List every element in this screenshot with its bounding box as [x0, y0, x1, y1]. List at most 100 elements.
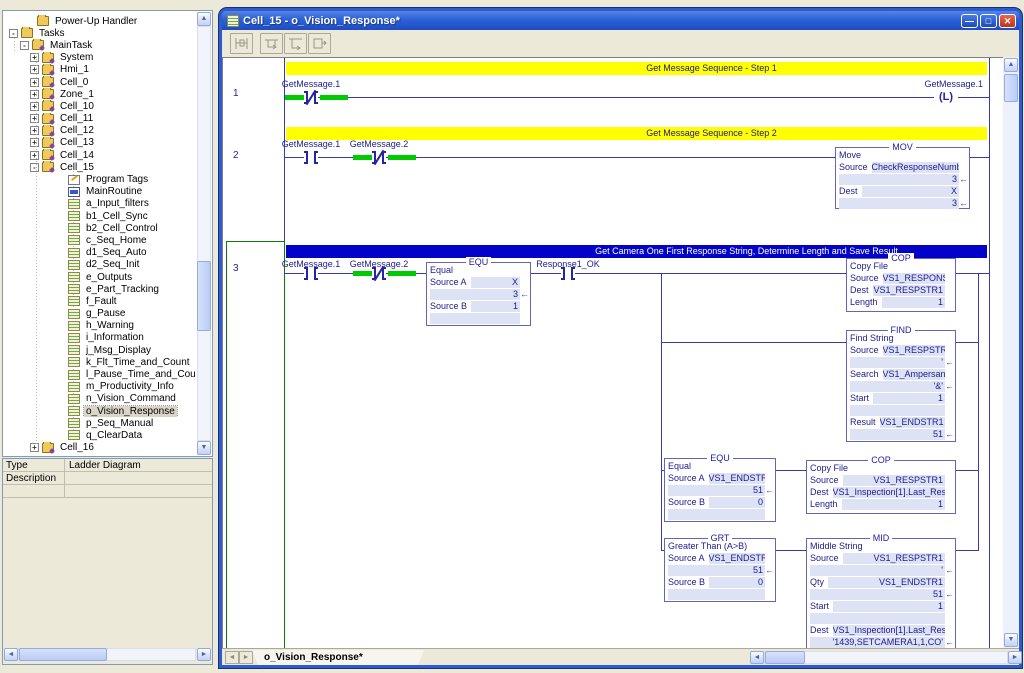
- cop-instruction[interactable]: COP Copy File SourceVS1_RESPSTR1 DestVS1…: [806, 460, 956, 514]
- arrow-left-icon: ◄: [229, 654, 236, 661]
- close-button[interactable]: ✕: [999, 14, 1016, 28]
- tab-prev-button[interactable]: ◄: [225, 651, 239, 664]
- tree-item-cell-13[interactable]: +Cell_13: [3, 137, 196, 149]
- routine-icon: [68, 345, 80, 355]
- tree-item-j-msg-display[interactable]: j_Msg_Display: [3, 344, 196, 356]
- property-value[interactable]: [65, 472, 212, 484]
- ladder-scroll-thumb[interactable]: [1004, 74, 1018, 102]
- tree-item-l-pause-time-and-count[interactable]: l_Pause_Time_and_Count: [3, 368, 196, 380]
- tree-item-cell-0[interactable]: +Cell_0: [3, 76, 196, 88]
- rung-comment[interactable]: Get Message Sequence - Step 1: [286, 62, 987, 75]
- expand-box[interactable]: +: [30, 53, 39, 62]
- props-scroll-left-button[interactable]: ◄: [4, 648, 18, 661]
- expand-box[interactable]: +: [30, 126, 39, 135]
- routine-icon: [68, 260, 80, 270]
- tab-next-button[interactable]: ►: [239, 651, 253, 664]
- value-arrow-icon: ←: [945, 589, 953, 600]
- window-titlebar[interactable]: Cell_15 - o_Vision_Response* — □ ✕: [222, 11, 1019, 30]
- ladder-scroll-right-button[interactable]: ►: [1008, 651, 1022, 664]
- tree-item-cell-15[interactable]: -Cell_15: [3, 161, 196, 173]
- expand-box[interactable]: +: [30, 65, 39, 74]
- collapse-box[interactable]: -: [30, 163, 39, 172]
- tree-item-hmi-1[interactable]: +Hmi_1: [3, 64, 196, 76]
- expand-box[interactable]: +: [30, 90, 39, 99]
- ladder-scroll-left-button[interactable]: ◄: [750, 651, 764, 664]
- tree-item-mainroutine[interactable]: MainRoutine: [3, 186, 196, 198]
- tree-item-h-warning[interactable]: h_Warning: [3, 320, 196, 332]
- tree-item-m-productivity-info[interactable]: m_Productivity_Info: [3, 381, 196, 393]
- tree-item-cell-11[interactable]: +Cell_11: [3, 113, 196, 125]
- props-scroll-right-button[interactable]: ►: [197, 648, 211, 661]
- ladder-scroll-up-button[interactable]: ▲: [1004, 58, 1018, 72]
- cop-instruction[interactable]: COP Copy File SourceVS1_RESPONSE1 DestVS…: [846, 258, 956, 312]
- xio-contact-getmessage1[interactable]: [304, 91, 318, 104]
- tree-item-tasks[interactable]: -Tasks: [3, 27, 196, 39]
- expand-box[interactable]: +: [30, 114, 39, 123]
- tree-item-e-part-tracking[interactable]: e_Part_Tracking: [3, 283, 196, 295]
- new-branch-button[interactable]: [260, 33, 283, 54]
- grt-instruction[interactable]: GRT Greater Than (A>B) Source AVS1_ENDST…: [664, 538, 776, 602]
- expand-box[interactable]: +: [30, 151, 39, 160]
- ladder-scroll-down-button[interactable]: ▼: [1004, 633, 1018, 647]
- latch-coil[interactable]: (L): [934, 91, 958, 105]
- minimize-button[interactable]: —: [961, 14, 978, 28]
- tree-item-a-input-filters[interactable]: a_Input_filters: [3, 198, 196, 210]
- new-branch-level-button[interactable]: [284, 33, 307, 54]
- tree-item-k-flt-time-and-count[interactable]: k_Flt_Time_and_Count: [3, 356, 196, 368]
- rung-properties-button[interactable]: [308, 33, 331, 54]
- equ-instruction[interactable]: EQU Equal Source AVS1_ENDSTR1 51← Source…: [664, 458, 776, 522]
- tree-scroll-up-button[interactable]: ▲: [197, 12, 211, 26]
- tree-item-cell-12[interactable]: +Cell_12: [3, 125, 196, 137]
- tree-item-g-pause[interactable]: g_Pause: [3, 308, 196, 320]
- tree-item-q-cleardata[interactable]: q_ClearData: [3, 429, 196, 441]
- tree-item-d1-seq-auto[interactable]: d1_Seq_Auto: [3, 247, 196, 259]
- tree-scroll-thumb[interactable]: [197, 261, 211, 331]
- tree-item-zone-1[interactable]: +Zone_1: [3, 88, 196, 100]
- maximize-button[interactable]: □: [980, 14, 997, 28]
- find-instruction[interactable]: FIND Find String SourceVS1_RESPSTR1 '← S…: [846, 330, 956, 442]
- tree-item-i-information[interactable]: i_Information: [3, 332, 196, 344]
- xio-contact-getmessage2[interactable]: [372, 151, 386, 164]
- mid-instruction[interactable]: MID Middle String SourceVS1_RESPSTR1 '← …: [806, 538, 956, 648]
- tree-item-cell-16[interactable]: +Cell_16: [3, 442, 196, 454]
- expand-box[interactable]: +: [30, 102, 39, 111]
- xic-contact-getmessage1[interactable]: [304, 267, 318, 280]
- ladder-vertical-scrollbar[interactable]: ▲ ▼: [1003, 57, 1019, 648]
- equ-instruction[interactable]: EQU Equal Source AX 3← Source B1: [426, 262, 531, 326]
- property-value[interactable]: Ladder Diagram: [65, 459, 212, 471]
- tree-item-f-fault[interactable]: f_Fault: [3, 295, 196, 307]
- tree-item-n-vision-command[interactable]: n_Vision_Command: [3, 393, 196, 405]
- rung-number[interactable]: 1: [233, 88, 273, 99]
- tree-item-c-seq-home[interactable]: c_Seq_Home: [3, 234, 196, 246]
- xio-contact-getmessage2[interactable]: [372, 267, 386, 280]
- tree-item-p-seq-manual[interactable]: p_Seq_Manual: [3, 417, 196, 429]
- tree-item-o-vision-response[interactable]: o_Vision_Response: [3, 405, 196, 417]
- xic-contact-getmessage1[interactable]: [304, 151, 318, 164]
- tree-item-b1-cell-sync[interactable]: b1_Cell_Sync: [3, 210, 196, 222]
- expand-box[interactable]: +: [30, 78, 39, 87]
- ladder-scroll-thumb-h[interactable]: [765, 651, 805, 664]
- tree-item-b2-cell-control[interactable]: b2_Cell_Control: [3, 222, 196, 234]
- expand-box[interactable]: +: [30, 443, 39, 452]
- tree-item-e-outputs[interactable]: e_Outputs: [3, 271, 196, 283]
- props-scroll-thumb[interactable]: [19, 648, 107, 661]
- collapse-box[interactable]: -: [20, 41, 29, 50]
- tree-item-d2-seq-init[interactable]: d2_Seq_Init: [3, 259, 196, 271]
- tree-item-cell-14[interactable]: +Cell_14: [3, 149, 196, 161]
- tree-item-power-up-handler[interactable]: Power-Up Handler: [3, 15, 196, 27]
- tree-item-maintask[interactable]: -MainTask: [3, 39, 196, 51]
- tree-scroll-down-button[interactable]: ▼: [197, 441, 211, 455]
- tree-item-system[interactable]: +System: [3, 52, 196, 64]
- collapse-box[interactable]: -: [9, 29, 18, 38]
- xic-contact-response1-ok[interactable]: [561, 267, 575, 280]
- routine-icon: [68, 211, 80, 221]
- tree-item-program-tags[interactable]: Program Tags: [3, 173, 196, 185]
- tree-scroll-track[interactable]: [197, 26, 211, 441]
- rung-number[interactable]: 3: [233, 263, 273, 274]
- rung-number[interactable]: 2: [233, 150, 273, 161]
- new-rung-button[interactable]: [230, 33, 253, 54]
- routine-tab[interactable]: o_Vision_Response*: [252, 650, 424, 665]
- tree-item-cell-10[interactable]: +Cell_10: [3, 100, 196, 112]
- expand-box[interactable]: +: [30, 138, 39, 147]
- mov-instruction[interactable]: MOV Move SourceCheckResponseNumber 3← De…: [835, 147, 970, 209]
